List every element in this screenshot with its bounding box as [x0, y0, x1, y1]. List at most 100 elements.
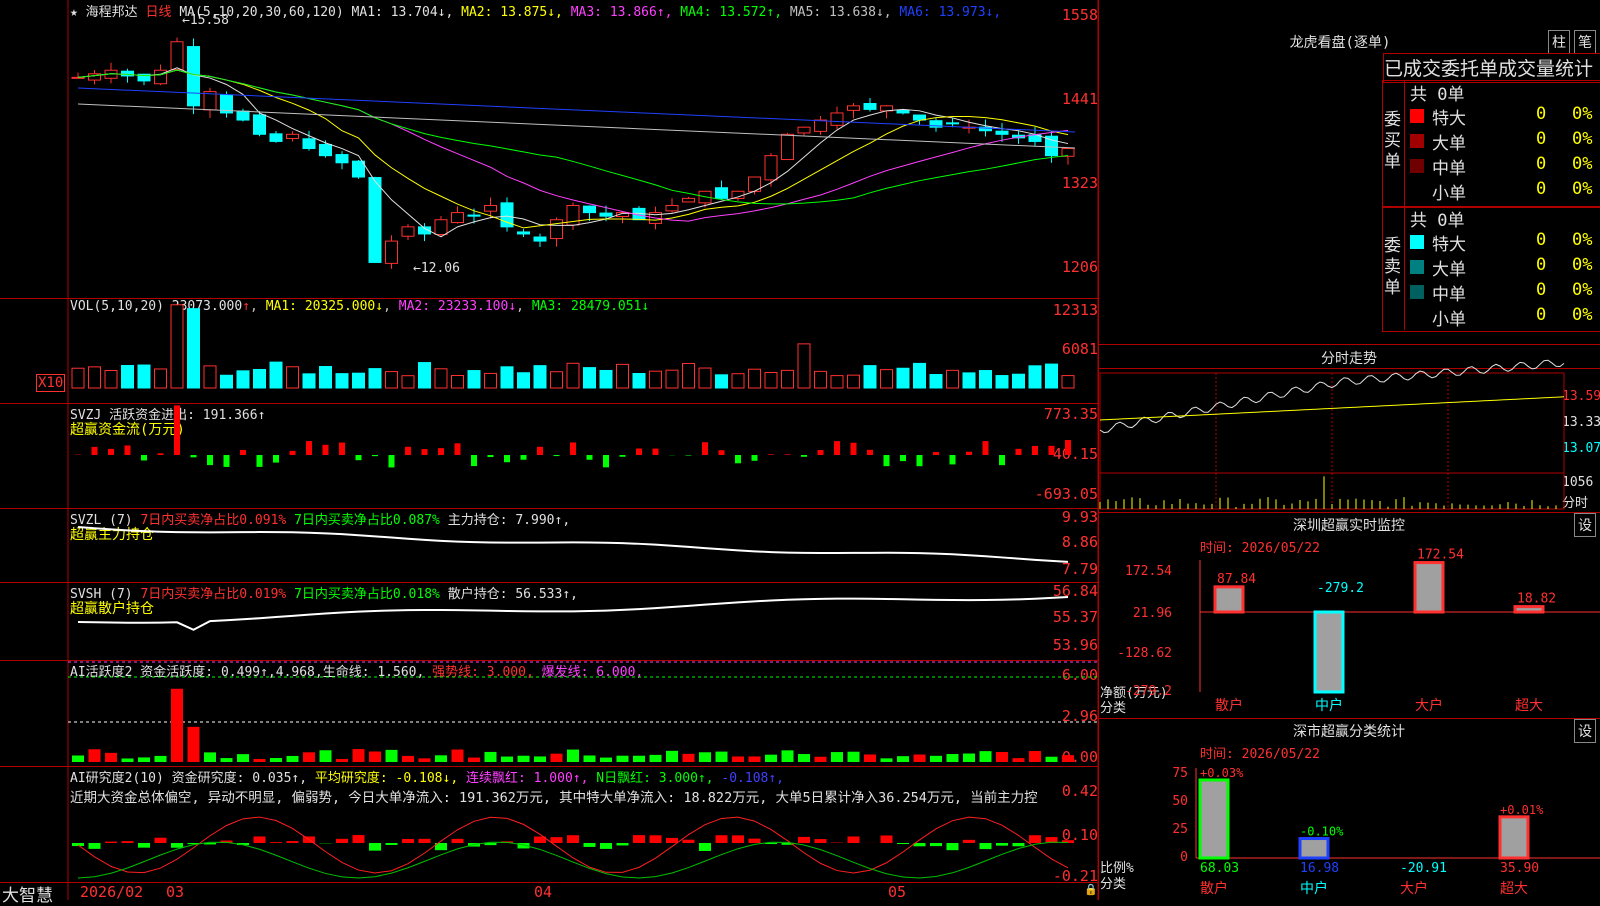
activity-bar [551, 754, 563, 762]
sz-monitor-title: 深圳超赢实时监控 [1098, 515, 1600, 535]
candle [782, 134, 794, 159]
candle [831, 113, 843, 125]
candle [122, 71, 134, 76]
research-bar [1013, 843, 1025, 846]
activity-bar [353, 749, 365, 762]
row-percent: 0% [1572, 104, 1592, 124]
volume-bar [617, 364, 629, 388]
activity-bar [963, 754, 975, 762]
tick-view-button[interactable]: 笔 [1574, 30, 1596, 54]
candle [485, 205, 497, 211]
activity-bar [254, 759, 266, 762]
fund-flow-bar [141, 455, 147, 460]
activity-bar [287, 756, 299, 762]
activity-bar [237, 754, 249, 762]
volume-bar [237, 371, 249, 388]
sell-label: 委卖单 [1384, 236, 1402, 299]
activity-bar [419, 758, 431, 762]
activity-bar [320, 750, 332, 762]
fund-flow-bar [603, 455, 609, 467]
research-bar [270, 842, 282, 843]
legend-swatch [1410, 310, 1424, 324]
activity-bar [188, 727, 200, 762]
volume-bar [980, 371, 992, 388]
fund-flow-bar [405, 447, 411, 455]
legend-swatch [1410, 260, 1424, 274]
activity-bar [633, 756, 645, 762]
intraday-axis-label: 13.33 [1562, 415, 1600, 430]
candle [864, 104, 876, 110]
volume-bar [633, 374, 645, 388]
row-percent: 0% [1572, 179, 1592, 199]
candle [336, 155, 348, 163]
activity-bar [914, 754, 926, 762]
volume-bar [650, 371, 662, 388]
volume-bar [534, 366, 546, 388]
research-bar [402, 839, 414, 843]
lhb-sell-row: 大单00% [1404, 255, 1600, 279]
fund-flow-bar [966, 452, 972, 455]
volume-bar [353, 373, 365, 388]
activity-bar [897, 756, 909, 762]
volume-bar [287, 367, 299, 388]
research-bar [963, 840, 975, 843]
main-chart-canvas [0, 0, 1100, 900]
activity-bar [518, 756, 530, 762]
fund-flow-bar [240, 450, 246, 455]
research-bar [699, 843, 711, 851]
sz-monitor-xlabel: 分类 [1100, 697, 1126, 716]
research-bar [666, 838, 678, 843]
research-bar [881, 835, 893, 843]
fund-flow-bar [488, 455, 494, 457]
buy-label: 委买单 [1384, 110, 1402, 173]
research-bar [897, 843, 909, 844]
row-name: 中单 [1432, 154, 1466, 179]
volume-bar [155, 369, 167, 388]
activity-bar [402, 756, 414, 762]
research-bar [567, 835, 579, 843]
sz-stats-settings-button[interactable]: 设 [1574, 719, 1596, 743]
activity-bar [1029, 751, 1041, 762]
candle [171, 42, 183, 70]
row-name: 小单 [1432, 179, 1466, 204]
fund-flow-bar [653, 449, 659, 455]
volume-bar [963, 373, 975, 388]
activity-bar [534, 756, 546, 762]
intraday-axis-label: 13.59 [1562, 389, 1600, 404]
ma4-line [78, 70, 1068, 204]
activity-bar [831, 752, 843, 762]
volume-bar [320, 367, 332, 388]
volume-bar [864, 366, 876, 388]
research-bar [848, 836, 860, 843]
activity-bar [930, 756, 942, 762]
research-bar [749, 839, 761, 843]
volume-bar [336, 374, 348, 388]
volume-bar [435, 369, 447, 388]
research-bar [617, 843, 629, 845]
fund-flow-bar [851, 443, 857, 455]
candle [947, 123, 959, 124]
buy-total: 共 0单 [1410, 80, 1464, 105]
fund-flow-bar [785, 454, 791, 455]
activity-bar [864, 754, 876, 762]
activity-bar [798, 754, 810, 762]
activity-bar [617, 756, 629, 762]
row-count: 0 [1536, 305, 1546, 325]
candle [320, 144, 332, 155]
column-view-button[interactable]: 柱 [1548, 30, 1570, 54]
volume-bar [848, 375, 860, 388]
intraday-title: 分时走势 [1098, 348, 1600, 368]
fund-flow-bar [1032, 446, 1038, 455]
volume-bar [369, 369, 381, 388]
volume-bar [782, 370, 794, 388]
candle [683, 198, 695, 202]
candle [369, 178, 381, 263]
volume-bar [468, 371, 480, 388]
candle [353, 161, 365, 177]
fund-flow-bar [92, 447, 98, 455]
candle [287, 134, 299, 138]
fund-flow-bar [702, 442, 708, 455]
volume-bar [221, 375, 233, 388]
activity-bar [221, 758, 233, 762]
sz-monitor-settings-button[interactable]: 设 [1574, 513, 1596, 537]
